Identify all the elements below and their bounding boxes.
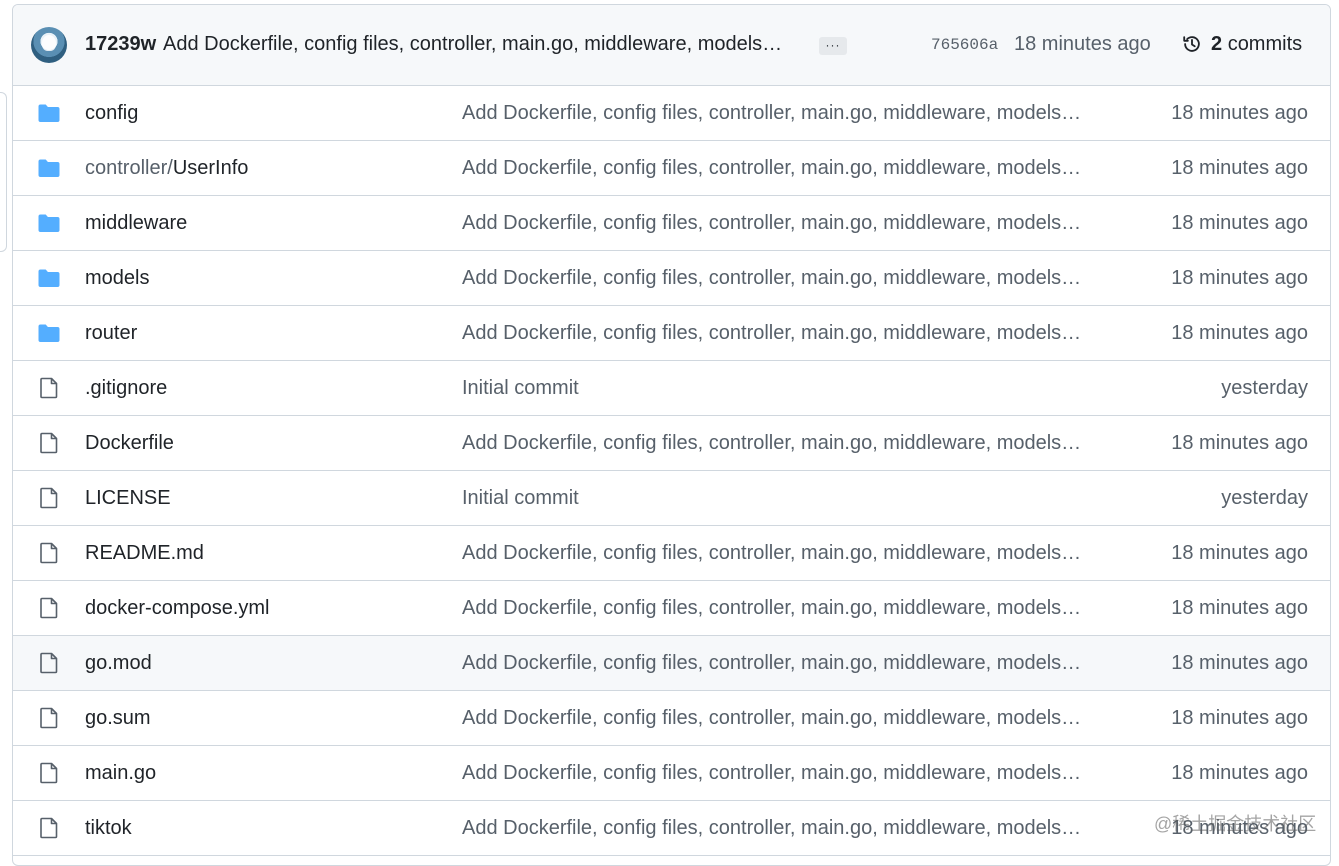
file-commit-time: 18 minutes ago (1171, 267, 1308, 289)
file-name-text: LICENSE (85, 487, 171, 509)
file-name-text: Dockerfile (85, 432, 174, 454)
commit-sha-link[interactable]: 765606a (931, 36, 998, 54)
folder-icon (37, 101, 61, 125)
file-row[interactable]: go.sum Add Dockerfile, config files, cont… (13, 691, 1330, 746)
commits-label: commits (1227, 33, 1303, 55)
file-commit-message-link[interactable]: Add Dockerfile, config files, controller… (462, 817, 1108, 840)
file-icon (37, 541, 61, 565)
file-commit-message-link[interactable]: Add Dockerfile, config files, controller… (462, 212, 1108, 235)
commit-message-link[interactable]: Add Dockerfile, config files, controller… (163, 33, 813, 56)
file-name-link[interactable]: README.md (85, 542, 204, 565)
file-name-text: main.go (85, 762, 157, 784)
file-commit-time: 18 minutes ago (1171, 212, 1308, 234)
file-commit-message-link[interactable]: Add Dockerfile, config files, controller… (462, 267, 1108, 290)
latest-commit-bar: 17239w Add Dockerfile, config files, con… (13, 5, 1330, 86)
folder-icon (37, 321, 61, 345)
history-icon[interactable] (1181, 33, 1203, 55)
commit-author-link[interactable]: 17239w (85, 33, 156, 56)
file-name-link[interactable]: LICENSE (85, 487, 171, 510)
file-row[interactable]: Dockerfile Add Dockerfile, config files, … (13, 416, 1330, 471)
file-name-link[interactable]: middleware (85, 212, 187, 235)
commit-time: 18 minutes ago (1014, 33, 1151, 55)
file-browser: 17239w Add Dockerfile, config files, con… (12, 4, 1331, 866)
file-name-text: go.sum (85, 707, 151, 729)
file-row[interactable]: LICENSE Initial commit yesterday (13, 471, 1330, 526)
file-commit-message-link[interactable]: Add Dockerfile, config files, controller… (462, 157, 1108, 180)
folder-icon (37, 211, 61, 235)
file-commit-message-link[interactable]: Add Dockerfile, config files, controller… (462, 322, 1108, 345)
file-commit-time: 18 minutes ago (1171, 762, 1308, 784)
file-row[interactable]: tiktok Add Dockerfile, config files, cont… (13, 801, 1330, 856)
file-row[interactable]: README.md Add Dockerfile, config files, c… (13, 526, 1330, 581)
file-commit-message-link[interactable]: Add Dockerfile, config files, controller… (462, 432, 1108, 455)
file-name-text: docker-compose.yml (85, 597, 270, 619)
file-name-link[interactable]: .gitignore (85, 377, 167, 400)
file-name-text: middleware (85, 212, 188, 234)
folder-icon (37, 156, 61, 180)
file-commit-time: 18 minutes ago (1171, 597, 1308, 619)
file-row[interactable]: .gitignore Initial commit yesterday (13, 361, 1330, 416)
file-icon (37, 431, 61, 455)
file-icon (37, 376, 61, 400)
file-row[interactable]: docker-compose.yml Add Dockerfile, config… (13, 581, 1330, 636)
file-commit-time: 18 minutes ago (1171, 652, 1308, 674)
file-commit-time: 18 minutes ago (1171, 322, 1308, 344)
file-name-link[interactable]: docker-compose.yml (85, 597, 270, 620)
side-panel-edge (0, 92, 7, 252)
file-row[interactable]: go.mod Add Dockerfile, config files, cont… (13, 636, 1330, 691)
file-row[interactable]: controller/UserInfo Add Dockerfile, confi… (13, 141, 1330, 196)
file-icon (37, 706, 61, 730)
file-commit-message-link[interactable]: Add Dockerfile, config files, controller… (462, 102, 1108, 125)
file-name-link[interactable]: go.sum (85, 707, 151, 730)
file-name-link[interactable]: go.mod (85, 652, 152, 675)
file-commit-time: 18 minutes ago (1171, 707, 1308, 729)
file-name-text: models (85, 267, 150, 289)
file-commit-message-link[interactable]: Initial commit (462, 377, 1108, 400)
file-commit-message-link[interactable]: Add Dockerfile, config files, controller… (462, 652, 1108, 675)
file-commit-time: 18 minutes ago (1171, 102, 1308, 124)
file-name-text: router (85, 322, 138, 344)
file-icon (37, 651, 61, 675)
file-name-link[interactable]: models (85, 267, 149, 290)
file-commit-time: 18 minutes ago (1171, 157, 1308, 179)
file-commit-message-link[interactable]: Add Dockerfile, config files, controller… (462, 542, 1108, 565)
file-commit-time: yesterday (1221, 377, 1308, 399)
file-name-link[interactable]: controller/UserInfo (85, 157, 248, 180)
file-commit-message-link[interactable]: Add Dockerfile, config files, controller… (462, 707, 1108, 730)
file-name-link[interactable]: main.go (85, 762, 156, 785)
file-icon (37, 761, 61, 785)
file-name-text: UserInfo (172, 157, 249, 179)
file-icon (37, 486, 61, 510)
file-list: config Add Dockerfile, config files, cont… (13, 86, 1330, 856)
file-path-prefix: controller/ (85, 157, 173, 179)
file-commit-message-link[interactable]: Initial commit (462, 487, 1108, 510)
file-name-text: README.md (85, 542, 204, 564)
file-name-text: config (85, 102, 139, 124)
file-name-link[interactable]: Dockerfile (85, 432, 174, 455)
file-commit-time: 18 minutes ago (1171, 542, 1308, 564)
file-row[interactable]: models Add Dockerfile, config files, cont… (13, 251, 1330, 306)
file-row[interactable]: router Add Dockerfile, config files, cont… (13, 306, 1330, 361)
file-row[interactable]: middleware Add Dockerfile, config files, … (13, 196, 1330, 251)
file-name-link[interactable]: tiktok (85, 817, 132, 840)
folder-icon (37, 266, 61, 290)
file-commit-message-link[interactable]: Add Dockerfile, config files, controller… (462, 597, 1108, 620)
author-avatar[interactable] (31, 27, 67, 63)
file-name-text: tiktok (85, 817, 132, 839)
file-name-text: .gitignore (85, 377, 168, 399)
commits-link[interactable]: 2 commits (1211, 33, 1302, 56)
file-name-link[interactable]: router (85, 322, 137, 345)
file-commit-time: yesterday (1221, 487, 1308, 509)
file-row[interactable]: main.go Add Dockerfile, config files, con… (13, 746, 1330, 801)
file-icon (37, 816, 61, 840)
watermark: @稀土掘金技术社区 (1154, 814, 1317, 834)
commits-count: 2 (1211, 33, 1223, 55)
file-commit-time: 18 minutes ago (1171, 432, 1308, 454)
file-name-text: go.mod (85, 652, 152, 674)
expand-commit-button[interactable]: ··· (819, 37, 847, 55)
file-icon (37, 596, 61, 620)
file-name-link[interactable]: config (85, 102, 138, 125)
file-commit-message-link[interactable]: Add Dockerfile, config files, controller… (462, 762, 1108, 785)
file-row[interactable]: config Add Dockerfile, config files, cont… (13, 86, 1330, 141)
